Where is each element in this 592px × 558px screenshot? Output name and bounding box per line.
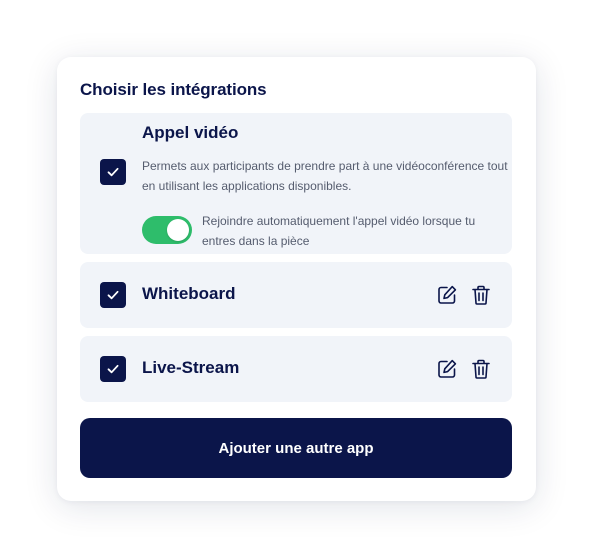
check-icon [107,290,119,300]
live-stream-delete-button[interactable] [468,356,494,382]
toggle-knob [167,219,189,241]
whiteboard-checkbox[interactable] [100,282,126,308]
whiteboard-delete-button[interactable] [468,282,494,308]
integration-row-live-stream: Live-Stream [80,336,512,402]
check-icon [107,364,119,374]
integration-row-video-call: Appel vidéo Permets aux participants de … [80,113,512,254]
integration-row-whiteboard: Whiteboard [80,262,512,328]
check-icon [107,167,119,177]
live-stream-edit-button[interactable] [434,356,460,382]
live-stream-checkbox[interactable] [100,356,126,382]
video-call-checkbox[interactable] [100,159,126,185]
video-call-description: Permets aux participants de prendre part… [142,159,508,193]
edit-icon [438,359,457,378]
edit-icon [438,285,457,304]
auto-join-label: Rejoindre automatiquement l'appel vidéo … [202,214,476,248]
trash-icon [472,285,490,305]
live-stream-title: Live-Stream [142,358,240,377]
panel-title: Choisir les intégrations [80,80,267,99]
video-call-title: Appel vidéo [142,123,239,142]
auto-join-toggle[interactable] [142,216,192,244]
whiteboard-edit-button[interactable] [434,282,460,308]
trash-icon [472,359,490,379]
add-app-button[interactable]: Ajouter une autre app [80,418,512,478]
whiteboard-title: Whiteboard [142,284,236,303]
integrations-panel: Choisir les intégrations Appel vidéo Per… [57,57,536,501]
